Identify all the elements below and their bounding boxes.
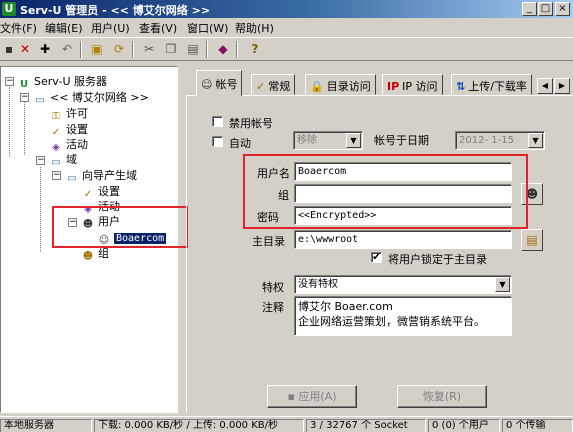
computer-icon: ▭ — [67, 173, 77, 184]
transfer-icon: ⇅ — [456, 80, 466, 93]
expander-wizard-domain[interactable]: − — [52, 171, 61, 180]
title-bar: U Serv-U 管理员 - << 博艾尔网络 >> _ □ × — [0, 0, 573, 18]
cut-icon[interactable]: ✂ — [140, 41, 158, 58]
auto-label: 自动 — [229, 137, 251, 150]
toolbar: ▪ ✕ ✚ ↶ ▣ ⟳ ✂ ❐ ▤ ◆ ? — [0, 37, 573, 61]
expander-root[interactable]: − — [5, 77, 14, 86]
notes-line-1: 博艾尔 Boaer.com — [298, 300, 393, 313]
status-transfer-rate: 下载: 0.000 KB/秒 / 上传: 0.000 KB/秒 — [94, 419, 304, 432]
status-transfers: 0 个传输 — [502, 419, 573, 432]
status-sockets: 3 / 32767 个 Socket — [306, 419, 426, 432]
tab-ip-access[interactable]: IP IP 访问 — [382, 74, 443, 95]
refresh-icon[interactable]: ⟳ — [110, 41, 128, 58]
disable-account-checkbox[interactable] — [212, 116, 223, 127]
menu-bar: 文件(F) 编辑(E) 用户(U) 查看(V) 窗口(W) 帮助(H) — [0, 18, 573, 36]
tree-node-server[interactable]: ▭ << 博艾尔网络 >> — [33, 90, 149, 106]
tab-scroll-left-icon[interactable]: ◀ — [537, 78, 553, 94]
tab-strip: ☺ 帐号 ✓ 常规 🔒 目录访问 IP IP 访问 ⇅ 上传/下载率 — [186, 70, 573, 96]
expire-label: 帐号于日期 — [374, 134, 429, 147]
tree-node-settings[interactable]: ✓ 设置 — [49, 122, 88, 138]
tree-node-activity[interactable]: ◈ 活动 — [49, 137, 88, 153]
home-directory-field[interactable]: e:\wwwroot — [294, 230, 512, 249]
help-icon[interactable]: ? — [246, 41, 264, 58]
tab-general[interactable]: ✓ 常规 — [251, 74, 296, 95]
check-icon: ✔ — [372, 252, 381, 263]
expire-date-picker[interactable]: 2012- 1-15 ▼ — [455, 131, 545, 150]
privilege-select[interactable]: 没有特权 ▼ — [294, 275, 512, 294]
tab-scroll-arrows: ◀ ▶ — [537, 78, 571, 94]
expander-domain[interactable]: − — [36, 156, 45, 165]
highlight-box-users — [52, 206, 188, 248]
folder-up-icon[interactable]: ▣ — [88, 41, 106, 58]
menu-file[interactable]: 文件(F) — [0, 20, 37, 36]
tab-scroll-right-icon[interactable]: ▶ — [554, 78, 570, 94]
user-icon: ☺ — [201, 78, 213, 91]
auto-action-select[interactable]: 移除 ▼ — [293, 131, 363, 150]
expander-server[interactable]: − — [20, 93, 29, 102]
tree-line — [40, 167, 41, 252]
highlight-box-credentials — [243, 154, 528, 229]
computer-icon: ▭ — [35, 95, 45, 106]
status-users: 0 (0) 个用户 — [428, 419, 500, 432]
lock-home-label: 将用户锁定于主目录 — [388, 253, 487, 266]
dropdown-arrow-icon[interactable]: ▼ — [495, 277, 510, 292]
toolbar-separator — [206, 41, 208, 58]
settings-icon: ✓ — [256, 80, 266, 93]
lock-home-checkbox[interactable]: ✔ — [371, 252, 382, 263]
tree-node-server-root[interactable]: U Serv-U 服务器 — [17, 74, 107, 90]
tab-directory-access[interactable]: 🔒 目录访问 — [305, 74, 376, 95]
home-directory-label: 主目录 — [252, 235, 285, 248]
undo-icon[interactable]: ↶ — [58, 41, 76, 58]
toolbar-separator — [132, 41, 134, 58]
tree-node-license[interactable]: ⚿ 许可 — [49, 106, 88, 122]
serv-u-icon: U — [19, 79, 29, 90]
new-user-icon[interactable]: ✚ — [36, 41, 54, 58]
status-server: 本地服务器 — [0, 419, 92, 432]
status-bar: 本地服务器 下载: 0.000 KB/秒 / 上传: 0.000 KB/秒 3 … — [0, 416, 573, 432]
tree-node-domain[interactable]: ▭ 域 — [49, 152, 77, 168]
domain-icon: ▭ — [51, 157, 61, 168]
tab-account[interactable]: ☺ 帐号 — [196, 70, 243, 96]
toolbar-separator — [80, 41, 82, 58]
paste-icon[interactable]: ▤ — [184, 41, 202, 58]
dropdown-arrow-icon[interactable]: ▼ — [346, 133, 361, 148]
apply-button[interactable]: ▪ 应用(A) — [267, 385, 357, 408]
browse-home-button[interactable]: ▤ — [521, 229, 543, 251]
privilege-label: 特权 — [262, 281, 284, 294]
tree-line — [9, 87, 10, 157]
ip-icon: IP — [387, 80, 400, 93]
dropdown-arrow-icon[interactable]: ▼ — [528, 133, 543, 148]
window-title: Serv-U 管理员 - << 博艾尔网络 >> — [20, 4, 211, 17]
menu-edit[interactable]: 编辑(E) — [45, 20, 83, 36]
close-icon[interactable]: × — [555, 2, 570, 16]
folder-icon: ▤ — [526, 233, 538, 247]
lock-icon: 🔒 — [310, 80, 324, 93]
notes-textarea[interactable]: 博艾尔 Boaer.com 企业网络运营策划，微营销系统平台。 — [294, 296, 512, 336]
menu-window[interactable]: 窗口(W) — [187, 20, 228, 36]
tree-line — [24, 100, 25, 155]
tree-node-wizard-domain[interactable]: ▭ 向导产生域 — [65, 168, 137, 184]
menu-help[interactable]: 帮助(H) — [235, 20, 274, 36]
copy-icon[interactable]: ❐ — [162, 41, 180, 58]
notes-label: 注释 — [262, 301, 284, 314]
delete-icon[interactable]: ✕ — [16, 41, 34, 58]
notes-line-2: 企业网络运营策划，微营销系统平台。 — [298, 315, 485, 328]
tree-node-groups[interactable]: ☻ 组 — [81, 246, 109, 262]
disable-account-label: 禁用帐号 — [229, 117, 273, 130]
tree-node-wizard-settings[interactable]: ✓ 设置 — [81, 184, 120, 200]
maximize-icon[interactable]: □ — [538, 2, 553, 16]
revert-button[interactable]: 恢复(R) — [397, 385, 487, 408]
disk-icon: ▪ — [287, 390, 299, 403]
serv-u-app-icon: U — [2, 2, 16, 16]
pane-splitter[interactable] — [180, 62, 184, 414]
groups-icon: ☻ — [82, 251, 94, 262]
toolbar-separator — [236, 41, 238, 58]
menu-view[interactable]: 查看(V) — [139, 20, 177, 36]
minimize-icon[interactable]: _ — [522, 2, 537, 16]
book-icon[interactable]: ◆ — [214, 41, 232, 58]
tab-transfer-rate[interactable]: ⇅ 上传/下载率 — [451, 74, 532, 95]
menu-user[interactable]: 用户(U) — [91, 20, 130, 36]
auto-checkbox[interactable] — [212, 136, 223, 147]
